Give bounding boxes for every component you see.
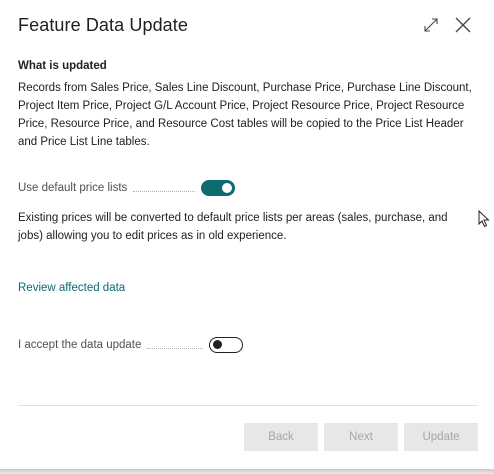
default-price-lists-toggle[interactable] bbox=[201, 180, 236, 196]
accept-update-field: I accept the data update bbox=[18, 337, 244, 353]
review-affected-data-link[interactable]: Review affected data bbox=[18, 282, 125, 294]
accept-update-toggle[interactable] bbox=[209, 337, 244, 353]
accept-update-label: I accept the data update bbox=[18, 339, 142, 351]
expand-icon[interactable] bbox=[422, 16, 440, 34]
section-heading: What is updated bbox=[18, 60, 107, 72]
window-bottom-edge bbox=[0, 469, 494, 474]
footer-divider bbox=[18, 405, 478, 406]
mouse-pointer-icon bbox=[478, 209, 490, 233]
dialog-title: Feature Data Update bbox=[18, 15, 188, 35]
feature-data-update-dialog: Feature Data Update What is updated Reco… bbox=[0, 0, 494, 470]
conversion-info-text: Existing prices will be converted to def… bbox=[18, 212, 448, 242]
next-button[interactable]: Next bbox=[324, 423, 398, 451]
update-button[interactable]: Update bbox=[404, 423, 478, 451]
header-actions bbox=[422, 16, 472, 34]
label-leader-dots bbox=[147, 347, 204, 349]
close-icon[interactable] bbox=[454, 16, 472, 34]
toggle-knob bbox=[222, 183, 233, 193]
default-price-lists-field: Use default price lists bbox=[18, 180, 236, 196]
update-description: Records from Sales Price, Sales Line Dis… bbox=[18, 82, 472, 148]
label-leader-dots bbox=[133, 190, 196, 192]
toggle-knob bbox=[213, 340, 223, 349]
back-button[interactable]: Back bbox=[244, 423, 318, 451]
default-price-lists-label: Use default price lists bbox=[18, 182, 128, 194]
